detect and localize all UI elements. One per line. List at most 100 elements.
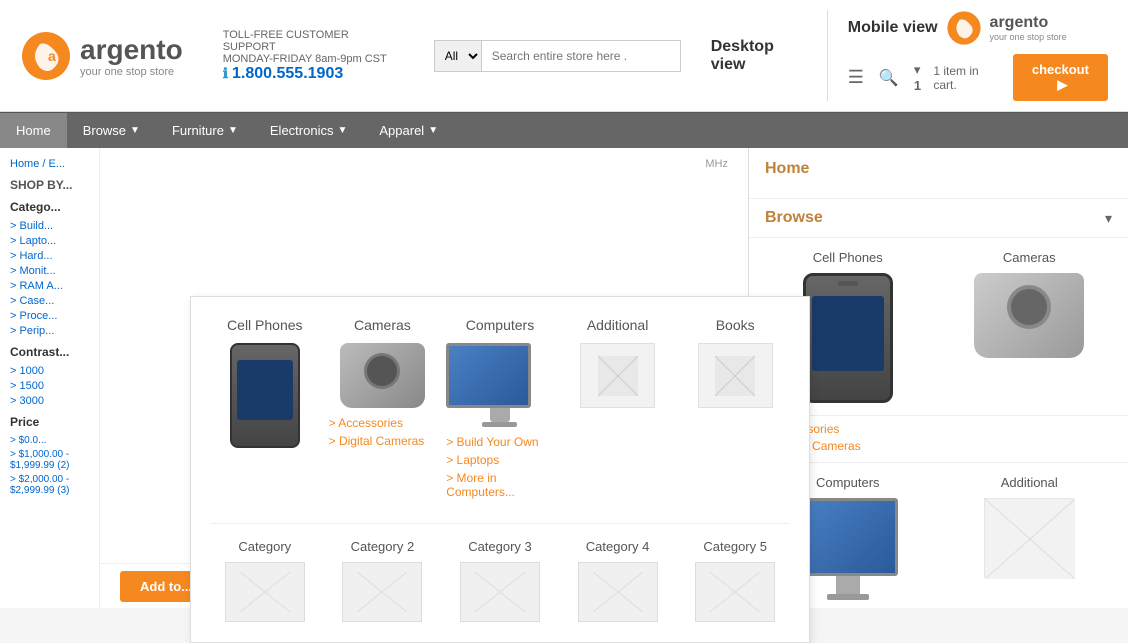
sidebar: Home / E... SHOP BY... Catego... Build..… (0, 148, 100, 608)
price-2000[interactable]: $2,000.00 - $2,999.99 (3) (10, 474, 89, 496)
cat-1-image (225, 562, 305, 622)
computer-product-image (446, 343, 531, 408)
mobile-cellphone-title: Cell Phones (765, 250, 931, 265)
cat-5-title: Category 5 (681, 539, 789, 554)
camera-product-image (340, 343, 425, 408)
mega-col-additional-title: Additional (564, 317, 672, 333)
more-computers-link[interactable]: More in Computers... (446, 471, 554, 499)
mobile-accessories-link[interactable]: Accessories (765, 422, 1112, 436)
mega-menu: Cell Phones Cameras Accessories Digital … (190, 296, 810, 643)
furniture-dropdown-icon: ▼ (228, 125, 238, 136)
nav-item-apparel[interactable]: Apparel ▼ (363, 113, 454, 148)
mobile-home-title: Home (765, 160, 1112, 178)
category-item-perip[interactable]: Perip... (10, 325, 89, 337)
additional-placeholder-image (580, 343, 655, 408)
mobile-browse-section[interactable]: Browse ▾ (749, 199, 1128, 238)
contrast-1000[interactable]: 1000 (10, 365, 89, 377)
logo-icon: a (20, 30, 72, 82)
mobile-additional-image (984, 498, 1074, 578)
computer-base (482, 422, 517, 427)
mega-col-computers: Computers Build Your Own Laptops More in… (446, 317, 554, 503)
nav-item-furniture[interactable]: Furniture ▼ (156, 113, 254, 148)
mobile-header-top: Mobile view argento your one stop store (848, 10, 1108, 46)
cat-2-title: Category 2 (329, 539, 437, 554)
cat-5-image (695, 562, 775, 622)
logo-text: argento your one stop store (80, 34, 183, 78)
apparel-dropdown-icon: ▼ (428, 125, 438, 136)
checkout-arrow-icon: ▶ (1057, 77, 1067, 92)
cat5-placeholder-svg (710, 572, 760, 612)
cat-col-2: Category 2 (329, 539, 437, 622)
category-item-laptops[interactable]: Lapto... (10, 235, 89, 247)
cart-text: 1 item in cart. (933, 64, 997, 92)
mobile-logo-icon (946, 10, 982, 46)
mega-col-additional: Additional (564, 317, 672, 503)
main-content: MHz Add to... $0.0... Add to... Cell Pho… (100, 148, 748, 608)
cat4-placeholder-svg (593, 572, 643, 612)
background-content: MHz (100, 148, 748, 168)
mobile-browse-title: Browse (765, 209, 823, 227)
phone-number[interactable]: ℹ 1.800.555.1903 (223, 65, 394, 83)
category-item-proce[interactable]: Proce... (10, 310, 89, 322)
contrast-title: Contrast... (10, 345, 89, 359)
digital-cameras-link[interactable]: Digital Cameras (329, 434, 437, 448)
contrast-1500[interactable]: 1500 (10, 380, 89, 392)
category-item-hard[interactable]: Hard... (10, 250, 89, 262)
cat1-placeholder-svg (240, 572, 290, 612)
mobile-additional-title: Additional (947, 475, 1113, 490)
support-area: TOLL-FREE CUSTOMER SUPPORT MONDAY-FRIDAY… (223, 29, 394, 83)
laptops-link[interactable]: Laptops (446, 453, 554, 467)
computers-links: Build Your Own Laptops More in Computers… (446, 435, 554, 499)
hamburger-icon[interactable]: ☰ (848, 67, 864, 88)
cameras-links: Accessories Digital Cameras (329, 416, 437, 448)
mobile-computer-image (798, 498, 898, 600)
support-label: TOLL-FREE CUSTOMER SUPPORT (223, 29, 394, 53)
search-category-select[interactable]: All (434, 40, 481, 72)
books-placeholder-svg (715, 356, 755, 396)
cellphone-product-image (230, 343, 300, 448)
mobile-nav-bar: ☰ 🔍 ▾ 1 1 item in cart. checkout ▶ (848, 54, 1108, 101)
nav-item-electronics[interactable]: Electronics ▼ (254, 113, 363, 148)
desktop-label: Desktop view (711, 38, 807, 74)
books-placeholder-image (698, 343, 773, 408)
nav-item-browse[interactable]: Browse ▼ (67, 113, 156, 148)
cat-2-image (342, 562, 422, 622)
mobile-digital-cameras-link[interactable]: Digital Cameras (765, 439, 1112, 453)
mega-menu-bottom-row: Category Category 2 (211, 539, 789, 622)
search-area: All (434, 40, 681, 72)
search-input[interactable] (481, 40, 681, 72)
price-0[interactable]: $0.0... (10, 435, 89, 446)
mega-col-computers-title: Computers (446, 317, 554, 333)
cat-1-title: Category (211, 539, 319, 554)
mobile-logo-name: argento (990, 14, 1067, 32)
browse-arrow-icon: ▾ (1105, 210, 1112, 227)
mobile-label: Mobile view (848, 19, 938, 37)
mega-menu-top-row: Cell Phones Cameras Accessories Digital … (211, 317, 789, 503)
cat2-placeholder-svg (357, 572, 407, 612)
mobile-search-icon[interactable]: 🔍 (879, 68, 899, 88)
category-item-case[interactable]: Case... (10, 295, 89, 307)
placeholder-svg (598, 356, 638, 396)
cart-count: ▾ 1 (914, 62, 930, 93)
mega-col-cameras: Cameras Accessories Digital Cameras (329, 317, 437, 503)
cart-area: ▾ 1 1 item in cart. (914, 62, 998, 93)
category-item-ram[interactable]: RAM A... (10, 280, 89, 292)
category-item-build[interactable]: Build... (10, 220, 89, 232)
browse-dropdown-icon: ▼ (130, 125, 140, 136)
cat-col-5: Category 5 (681, 539, 789, 622)
info-icon: ℹ (223, 65, 228, 82)
accessories-link[interactable]: Accessories (329, 416, 437, 430)
mega-menu-divider (211, 523, 789, 524)
checkout-button[interactable]: checkout ▶ (1013, 54, 1108, 101)
mobile-additional-col: Additional (947, 475, 1113, 600)
support-hours: MONDAY-FRIDAY 8am-9pm CST (223, 53, 394, 65)
category-item-monitors[interactable]: Monit... (10, 265, 89, 277)
contrast-3000[interactable]: 3000 (10, 395, 89, 407)
mobile-imac-base (827, 594, 869, 600)
mobile-imac-stand (836, 576, 860, 594)
build-your-own-link[interactable]: Build Your Own (446, 435, 554, 449)
electronics-dropdown-icon: ▼ (337, 125, 347, 136)
price-1000[interactable]: $1,000.00 - $1,999.99 (2) (10, 449, 89, 471)
nav-item-home[interactable]: Home (0, 113, 67, 148)
mega-col-books: Books (681, 317, 789, 503)
